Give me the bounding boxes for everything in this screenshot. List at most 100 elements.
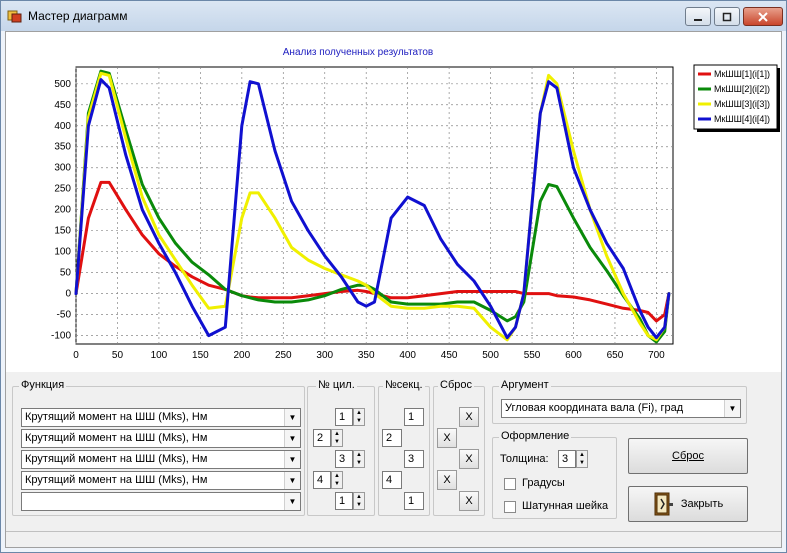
legend-label-2: МкШШ[2](i[2]) (714, 84, 770, 94)
close-window-button[interactable] (743, 7, 783, 26)
main-window: Мастер диаграмм Анализ полученных резуль… (0, 0, 787, 553)
chevron-down-icon[interactable]: ▼ (284, 472, 300, 489)
x-tick-label: 200 (233, 350, 250, 361)
cylinder-input-3[interactable]: 3 (335, 450, 353, 468)
argument-combo-value: Угловая координата вала (Fi), град (505, 402, 684, 414)
close-button[interactable]: Закрыть (628, 486, 748, 522)
chevron-down-icon[interactable]: ▼ (284, 451, 300, 468)
crank-journal-label: Шатунная шейка (522, 500, 609, 512)
cylinder-input-4[interactable]: 4 (313, 471, 331, 489)
reset-button[interactable]: Сброс (628, 438, 748, 474)
legend-label-3: МкШШ[3](i[3]) (714, 99, 770, 109)
reset-row-5-button[interactable]: X (459, 491, 479, 511)
function-group-label: Функция (19, 379, 67, 391)
reset-row-3-button[interactable]: X (459, 449, 479, 469)
argument-group-label: Аргумент (499, 379, 551, 391)
crank-journal-checkbox[interactable] (504, 501, 516, 513)
chart-title: Анализ полученных результатов (283, 47, 433, 58)
y-tick-label: 500 (54, 79, 71, 90)
close-button-label: Закрыть (680, 498, 724, 510)
legend-label-4: МкШШ[4](i[4]) (714, 114, 770, 124)
title-bar[interactable]: Мастер диаграмм (1, 1, 786, 31)
y-tick-label: 350 (54, 142, 71, 153)
section-input-4[interactable]: 4 (382, 471, 402, 489)
legend-label-1: МкШШ[1](i[1]) (714, 69, 770, 79)
y-tick-label: 400 (54, 121, 71, 132)
reset-row-2-button[interactable]: X (437, 428, 457, 448)
section-input-3[interactable]: 3 (404, 450, 424, 468)
minimize-button[interactable] (685, 7, 711, 26)
x-tick-label: 500 (482, 350, 499, 361)
reset-row-4-button[interactable]: X (437, 470, 457, 490)
door-exit-icon (654, 492, 673, 516)
section-group-label: №секц. (383, 379, 425, 391)
reset-row-1-button[interactable]: X (459, 407, 479, 427)
y-tick-label: -50 (57, 310, 72, 321)
minimize-icon (694, 18, 702, 21)
x-tick-label: 400 (399, 350, 416, 361)
thickness-input[interactable]: 3 (558, 450, 576, 468)
x-tick-label: 250 (275, 350, 292, 361)
cylinder-spinner-2[interactable]: ▲ ▼ (331, 429, 343, 447)
reset-group-label: Сброс (438, 379, 474, 391)
y-tick-label: 50 (60, 268, 72, 279)
y-tick-label: 450 (54, 100, 71, 111)
y-tick-label: -100 (51, 331, 71, 342)
function-combo-3-value: Крутящий момент на ШШ (Mks), Нм (25, 453, 208, 465)
cylinder-group-label: № цил. (316, 379, 357, 391)
y-tick-label: 200 (54, 205, 71, 216)
cylinder-spinner-4[interactable]: ▲ ▼ (331, 471, 343, 489)
section-input-1[interactable]: 1 (404, 408, 424, 426)
function-combo-1-value: Крутящий момент на ШШ (Mks), Нм (25, 411, 208, 423)
cylinder-spinner-3[interactable]: ▲ ▼ (353, 450, 365, 468)
x-tick-label: 300 (316, 350, 333, 361)
function-combo-1[interactable]: Крутящий момент на ШШ (Mks), Нм ▼ (21, 408, 301, 427)
function-combo-2[interactable]: Крутящий момент на ШШ (Mks), Нм ▼ (21, 429, 301, 448)
maximize-button[interactable] (714, 7, 740, 26)
y-tick-label: 100 (54, 247, 71, 258)
client-area: Анализ полученных результатов 0 50 100 150 2… (5, 31, 782, 548)
y-tick-label: 150 (54, 226, 71, 237)
chart: Анализ полученных результатов 0 50 100 150 2… (51, 47, 780, 361)
section-input-2[interactable]: 2 (382, 429, 402, 447)
window-title: Мастер диаграмм (28, 9, 128, 23)
chart-area: Анализ полученных результатов 0 50 100 150 2… (6, 32, 781, 372)
x-tick-label: 150 (192, 350, 209, 361)
maximize-icon (722, 12, 732, 21)
chevron-down-icon[interactable]: ▼ (284, 493, 300, 510)
y-tick-label: 300 (54, 163, 71, 174)
bottom-panel: Функция Крутящий момент на ШШ (Mks), Нм … (6, 374, 781, 547)
chevron-down-icon[interactable]: ▼ (284, 430, 300, 447)
cylinder-spinner-1[interactable]: ▲ ▼ (353, 408, 365, 426)
section-input-5[interactable]: 1 (404, 492, 424, 510)
x-tick-label: 600 (565, 350, 582, 361)
style-group-label: Оформление (499, 430, 572, 442)
x-tick-label: 350 (358, 350, 375, 361)
cylinder-input-1[interactable]: 1 (335, 408, 353, 426)
degrees-checkbox[interactable] (504, 478, 516, 490)
y-tick-label: 0 (65, 289, 71, 300)
function-combo-3[interactable]: Крутящий момент на ШШ (Mks), Нм ▼ (21, 450, 301, 469)
reset-button-label: Сброс (672, 450, 704, 462)
x-tick-label: 0 (73, 350, 79, 361)
cylinder-input-5[interactable]: 1 (335, 492, 353, 510)
argument-combo[interactable]: Угловая координата вала (Fi), град ▼ (501, 399, 741, 418)
chevron-down-icon[interactable]: ▼ (284, 409, 300, 426)
x-tick-label: 550 (524, 350, 541, 361)
x-tick-label: 450 (441, 350, 458, 361)
y-tick-label: 250 (54, 184, 71, 195)
chevron-down-icon[interactable]: ▼ (724, 400, 740, 417)
x-tick-label: 100 (151, 350, 168, 361)
function-combo-5[interactable]: ▼ (21, 492, 301, 511)
x-tick-label: 50 (112, 350, 124, 361)
cylinder-input-2[interactable]: 2 (313, 429, 331, 447)
function-combo-4[interactable]: Крутящий момент на ШШ (Mks), Нм ▼ (21, 471, 301, 490)
thickness-label: Толщина: (500, 453, 549, 465)
app-icon (7, 10, 22, 23)
x-tick-label: 650 (607, 350, 624, 361)
x-tick-label: 700 (648, 350, 665, 361)
degrees-label: Градусы (522, 477, 565, 489)
cylinder-spinner-5[interactable]: ▲ ▼ (353, 492, 365, 510)
function-combo-4-value: Крутящий момент на ШШ (Mks), Нм (25, 474, 208, 486)
thickness-spinner[interactable]: ▲ ▼ (576, 450, 588, 468)
